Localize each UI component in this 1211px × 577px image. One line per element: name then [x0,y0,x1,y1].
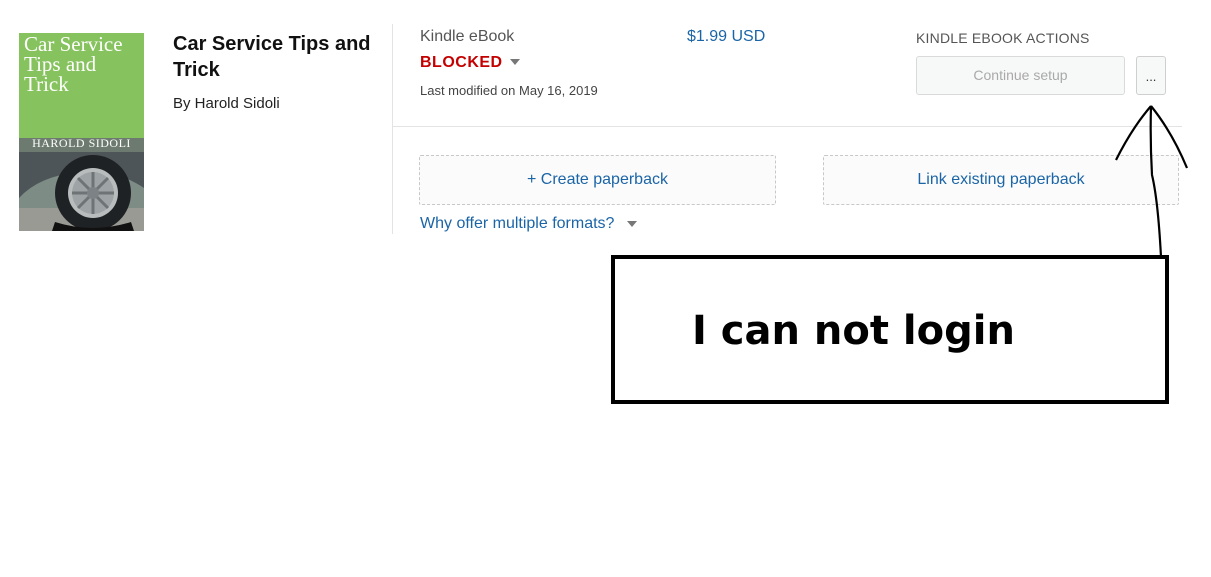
annotation-text: I can not login [692,308,1015,354]
